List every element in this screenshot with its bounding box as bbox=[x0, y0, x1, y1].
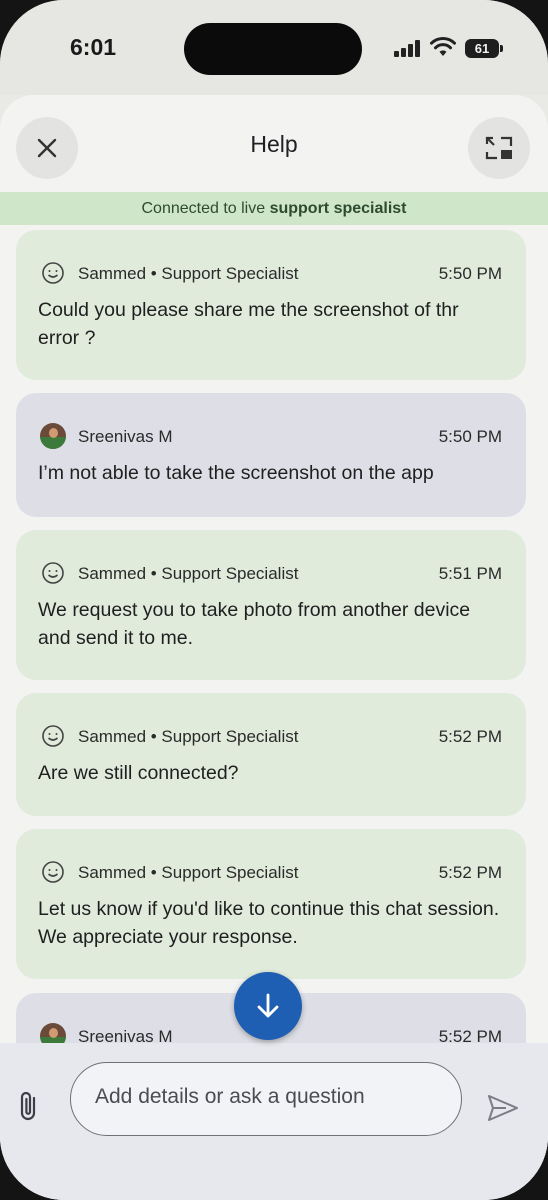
expand-icon bbox=[485, 136, 513, 160]
battery-icon: 61 bbox=[465, 39, 503, 58]
chat-message: Sammed • Support Specialist 5:52 PM Are … bbox=[16, 693, 526, 816]
send-icon[interactable] bbox=[486, 1093, 520, 1123]
status-bar: 6:01 61 bbox=[0, 0, 548, 95]
composer-bar: Add details or ask a question bbox=[0, 1043, 548, 1200]
message-sender: Sammed • Support Specialist bbox=[78, 264, 299, 283]
chat-message: Sammed • Support Specialist 5:51 PM We r… bbox=[16, 530, 526, 680]
message-time: 5:50 PM bbox=[438, 264, 502, 283]
input-placeholder: Add details or ask a question bbox=[95, 1085, 365, 1108]
arrow-down-icon bbox=[257, 993, 279, 1018]
smiley-icon bbox=[40, 859, 66, 885]
message-time: 5:52 PM bbox=[438, 863, 502, 882]
message-text: Let us know if you'd like to continue th… bbox=[38, 898, 500, 948]
help-sheet: Help Connected to live support specialis… bbox=[0, 95, 548, 1200]
message-text: We request you to take photo from anothe… bbox=[38, 599, 471, 649]
smiley-icon bbox=[40, 260, 66, 286]
message-sender: Sreenivas M bbox=[78, 427, 173, 446]
page-title: Help bbox=[250, 131, 298, 157]
header: Help bbox=[0, 95, 548, 192]
chat-message: Sreenivas M 5:50 PM I’m not able to take… bbox=[16, 393, 526, 517]
banner-bold-text: support specialist bbox=[269, 200, 407, 217]
phone-screen: 6:01 61 Help Connected to live support s… bbox=[0, 0, 548, 1200]
message-input[interactable]: Add details or ask a question bbox=[70, 1062, 462, 1136]
scroll-to-bottom-button[interactable] bbox=[234, 972, 302, 1040]
message-text: I’m not able to take the screenshot on t… bbox=[38, 462, 434, 484]
cellular-signal-icon bbox=[394, 40, 422, 57]
smiley-icon bbox=[40, 560, 66, 586]
paperclip-icon[interactable] bbox=[14, 1089, 44, 1123]
dynamic-island bbox=[184, 23, 362, 75]
message-sender: Sammed • Support Specialist bbox=[78, 564, 299, 583]
message-text: Are we still connected? bbox=[38, 762, 239, 784]
status-time: 6:01 bbox=[70, 34, 117, 60]
banner-text: Connected to live bbox=[141, 200, 270, 217]
connection-banner: Connected to live support specialist bbox=[0, 192, 548, 225]
message-time: 5:52 PM bbox=[438, 727, 502, 746]
message-sender: Sammed • Support Specialist bbox=[78, 863, 299, 882]
smiley-icon bbox=[40, 723, 66, 749]
wifi-icon bbox=[430, 37, 456, 56]
expand-button[interactable] bbox=[468, 117, 530, 179]
message-time: 5:51 PM bbox=[438, 564, 502, 583]
chat-message: Sammed • Support Specialist 5:50 PM Coul… bbox=[16, 230, 526, 380]
message-text: Could you please share me the screenshot… bbox=[38, 299, 459, 349]
message-time: 5:50 PM bbox=[438, 427, 502, 446]
message-sender: Sammed • Support Specialist bbox=[78, 727, 299, 746]
chat-message: Sammed • Support Specialist 5:52 PM Let … bbox=[16, 829, 526, 979]
user-avatar bbox=[40, 423, 66, 449]
